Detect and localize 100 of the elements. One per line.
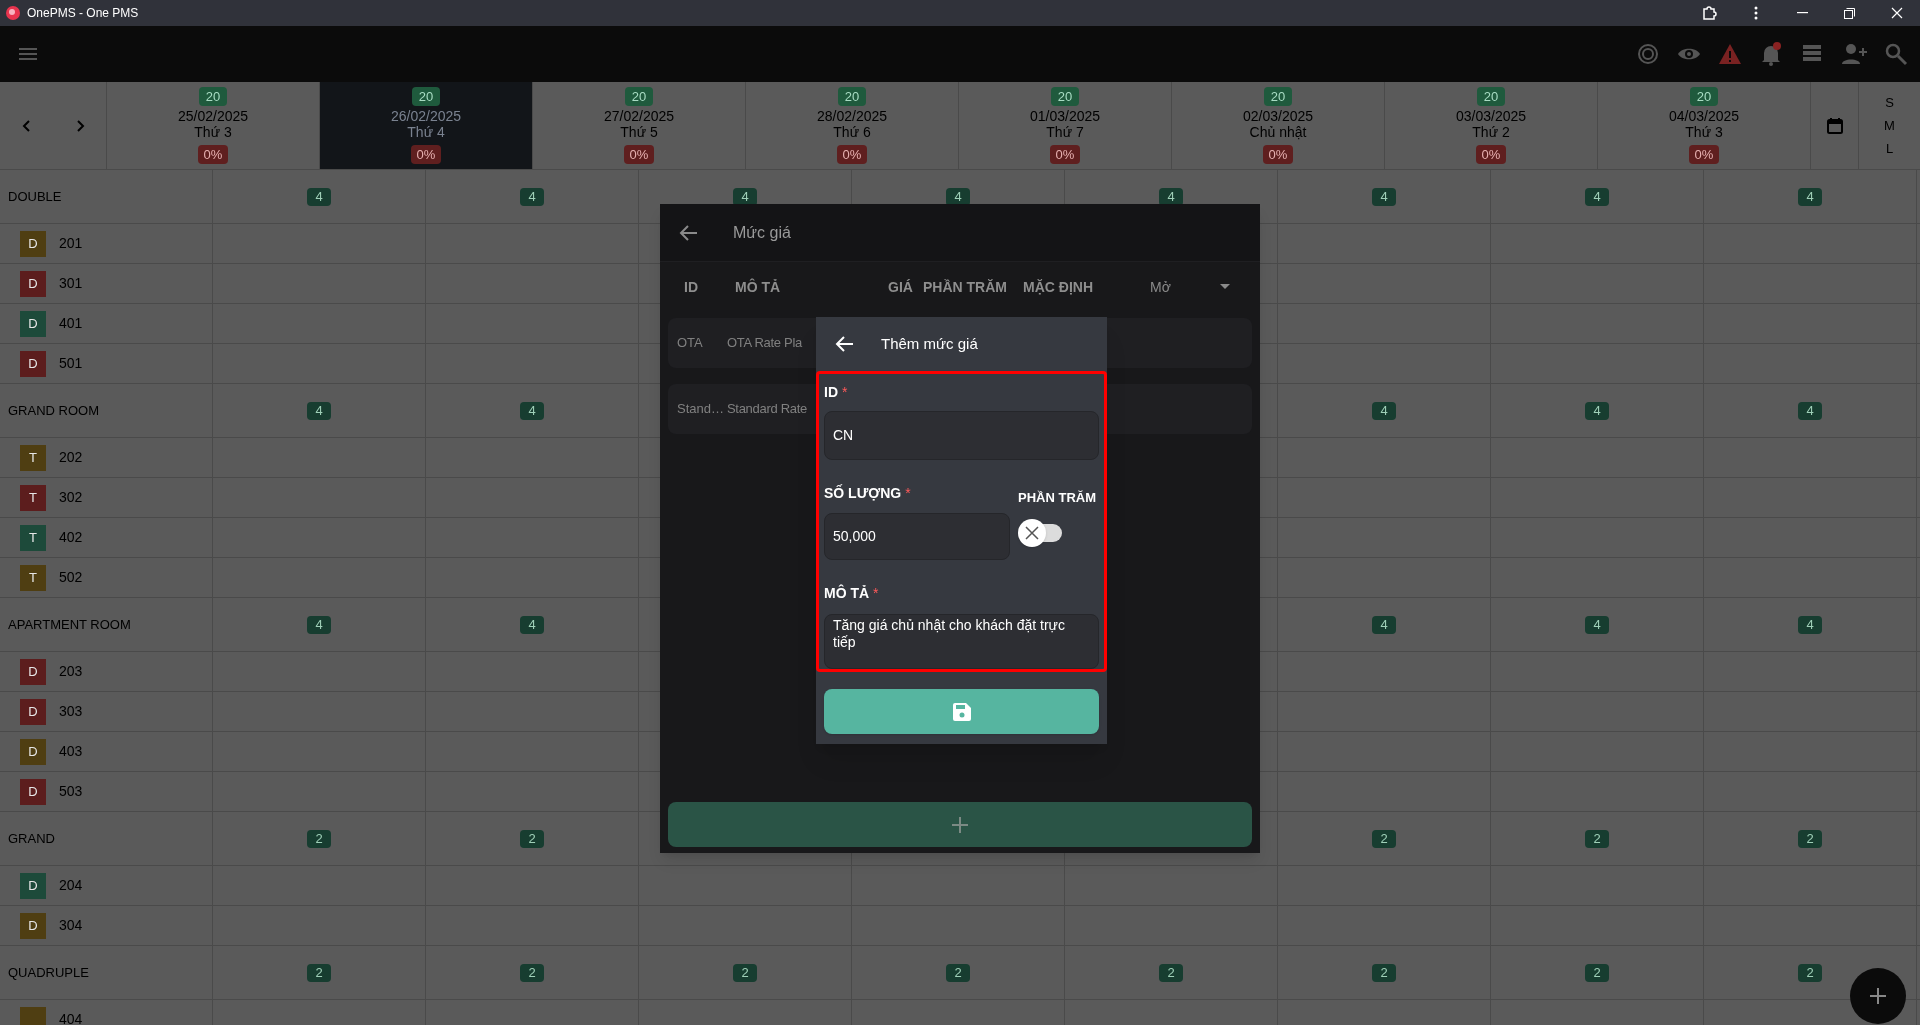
rate-id-text: OTA (677, 334, 704, 353)
count-badge: 20 (411, 87, 441, 106)
weekday-text: Thứ 7 (1046, 124, 1084, 140)
room-number: 201 (59, 234, 83, 253)
date-text: 01/03/2025 (1029, 108, 1101, 124)
room-status-badge: D (20, 350, 46, 377)
room-status-badge: D (20, 912, 46, 939)
room-status-badge: D (20, 872, 46, 899)
availability-badge: 4 (1372, 615, 1396, 634)
availability-badge: 2 (1585, 963, 1609, 982)
count-badge: 20 (624, 87, 654, 106)
availability-badge: 4 (1798, 615, 1822, 634)
availability-badge: 4 (1585, 401, 1609, 420)
weekday-text: Thứ 4 (407, 124, 445, 140)
availability-badge: 4 (307, 401, 331, 420)
room-status-badge: T (20, 444, 46, 471)
availability-badge: 4 (733, 187, 757, 206)
availability-badge: 4 (1159, 187, 1183, 206)
availability-badge: 4 (520, 187, 544, 206)
availability-badge: 2 (1798, 963, 1822, 982)
weekday-text: Thứ 6 (833, 124, 871, 140)
availability-badge: 4 (946, 187, 970, 206)
dialog-title: Mức giá (733, 222, 791, 243)
availability-badge: 2 (1372, 963, 1396, 982)
required-mark: * (905, 484, 911, 503)
availability-badge: 2 (946, 963, 970, 982)
column-header: GIÁ (888, 277, 914, 297)
room-status-badge: D (20, 778, 46, 805)
room-number: 401 (59, 314, 83, 333)
rate-description-text: Standard Rate (727, 400, 807, 419)
room-number: 403 (59, 742, 83, 761)
room-status-badge: T (20, 564, 46, 591)
availability-badge: 2 (520, 829, 544, 848)
dialog-title: Thêm mức giá (881, 333, 978, 354)
room-status-badge: T (20, 524, 46, 551)
room-number: 203 (59, 662, 83, 681)
date-text: 04/03/2025 (1668, 108, 1740, 124)
count-badge: 20 (1689, 87, 1719, 106)
availability-badge: 4 (1585, 187, 1609, 206)
room-number: 202 (59, 448, 83, 467)
column-header: MÔ TẢ (735, 277, 782, 297)
room-status-badge: D (20, 230, 46, 257)
date-text: 02/03/2025 (1242, 108, 1314, 124)
availability-badge: 2 (1585, 829, 1609, 848)
room-number: 502 (59, 568, 83, 587)
availability-badge: 4 (307, 187, 331, 206)
availability-badge: 4 (1372, 187, 1396, 206)
room-number: 404 (59, 1010, 83, 1025)
date-text: 25/02/2025 (177, 108, 249, 124)
weekday-text: Thứ 3 (1685, 124, 1723, 140)
count-badge: 20 (198, 87, 228, 106)
occupancy-badge: 0% (1262, 145, 1294, 164)
room-status-badge: D (20, 270, 46, 297)
occupancy-badge: 0% (197, 145, 229, 164)
room-number: 402 (59, 528, 83, 547)
field-label: MÔ TẢ (824, 583, 870, 603)
window-title: OnePMS - One PMS (27, 5, 139, 22)
room-type-label: GRAND ROOM (8, 401, 99, 420)
availability-badge: 4 (520, 615, 544, 634)
field-label: ID (824, 382, 838, 402)
room-status-badge: D (20, 698, 46, 725)
room-number: 304 (59, 916, 83, 935)
date-text: 26/02/2025 (390, 108, 462, 124)
availability-badge: 2 (1372, 829, 1396, 848)
occupancy-badge: 0% (623, 145, 655, 164)
availability-badge: 2 (1159, 963, 1183, 982)
room-status-badge: D (20, 738, 46, 765)
room-status-badge: D (20, 310, 46, 337)
availability-badge: 4 (1798, 401, 1822, 420)
required-mark: * (842, 382, 848, 402)
field-label: SỐ LƯỢNG (824, 483, 902, 503)
room-type-label: QUADRUPLE (8, 963, 89, 982)
room-number: 303 (59, 702, 83, 721)
room-type-label: APARTMENT ROOM (8, 615, 131, 634)
availability-badge: 4 (520, 401, 544, 420)
availability-badge: 4 (1798, 187, 1822, 206)
rate-id-text: Stand… (677, 400, 725, 419)
count-badge: 20 (1050, 87, 1080, 106)
occupancy-badge: 0% (410, 145, 442, 164)
count-badge: 20 (1263, 87, 1293, 106)
occupancy-badge: 0% (1049, 145, 1081, 164)
toggle-label: PHẦN TRĂM (1018, 488, 1096, 507)
date-text: 27/02/2025 (603, 108, 675, 124)
availability-badge: 2 (307, 963, 331, 982)
room-number: 503 (59, 782, 83, 801)
availability-badge: 4 (1372, 401, 1396, 420)
occupancy-badge: 0% (1475, 145, 1507, 164)
room-type-label: DOUBLE (8, 187, 62, 206)
availability-badge: 2 (307, 829, 331, 848)
date-text: 03/03/2025 (1455, 108, 1527, 124)
room-type-label: GRAND (8, 829, 55, 848)
room-number: 301 (59, 274, 83, 293)
availability-badge: 2 (733, 963, 757, 982)
count-badge: 20 (837, 87, 867, 106)
occupancy-badge: 0% (836, 145, 868, 164)
weekday-text: Chủ nhật (1249, 124, 1307, 140)
availability-badge: 4 (307, 615, 331, 634)
weekday-text: Thứ 2 (1472, 124, 1510, 140)
count-badge: 20 (1476, 87, 1506, 106)
occupancy-badge: 0% (1688, 145, 1720, 164)
